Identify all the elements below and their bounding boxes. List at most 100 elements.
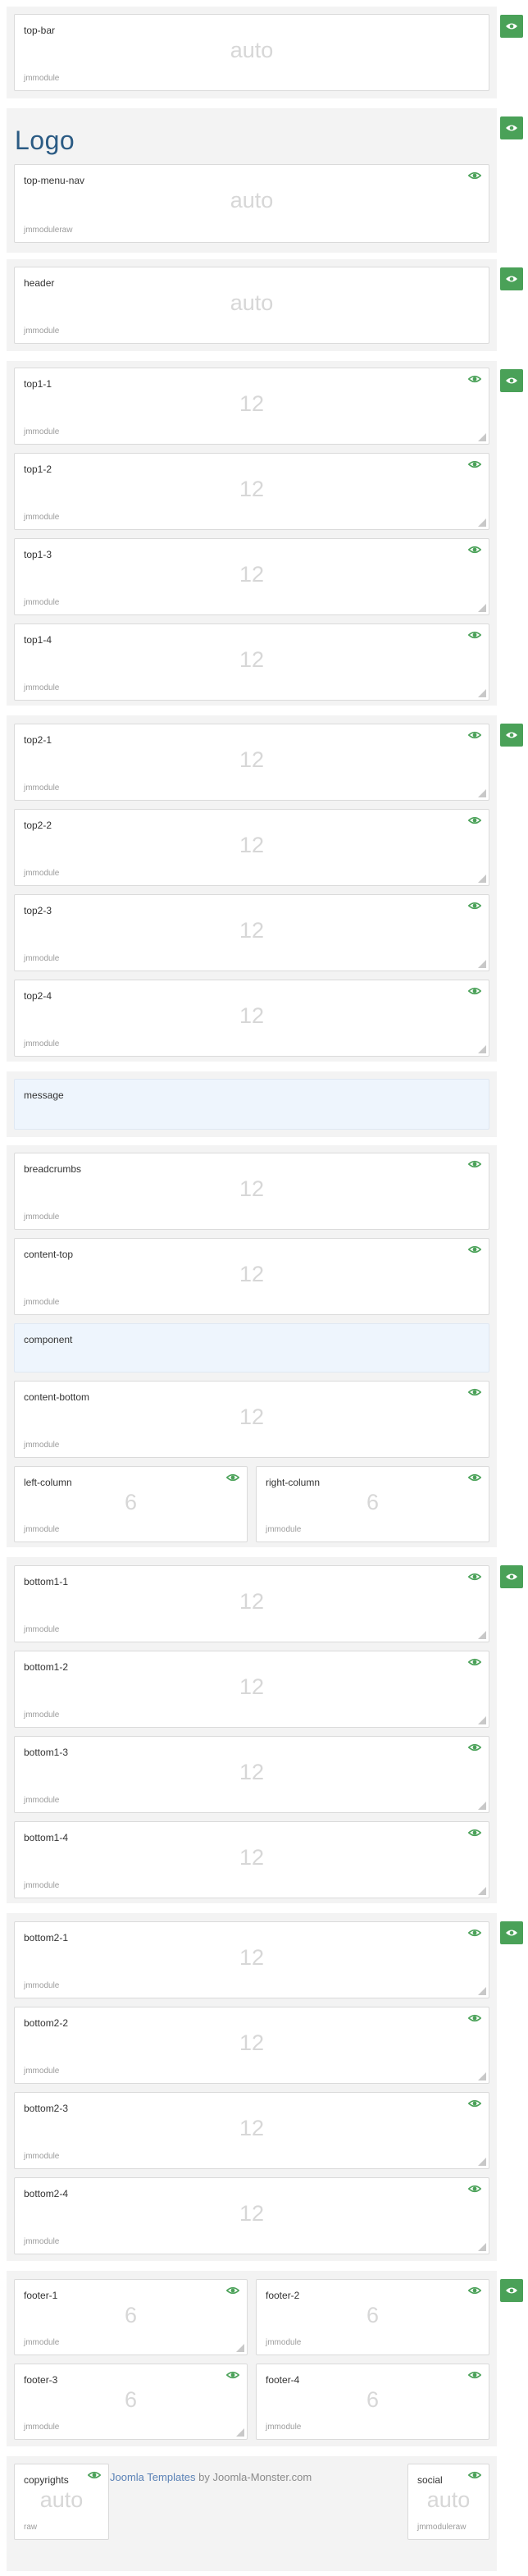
eye-icon[interactable] (468, 2185, 481, 2193)
position-card-component[interactable]: component (14, 1323, 489, 1372)
eye-icon (506, 2287, 517, 2294)
eye-icon[interactable] (88, 2471, 101, 2479)
position-size: 6 (124, 2303, 138, 2327)
position-card-top2-4[interactable]: top2-4 12 jmmodule (14, 980, 489, 1057)
position-card-bottom2-2[interactable]: bottom2-2 12 jmmodule (14, 2007, 489, 2084)
eye-icon[interactable] (226, 2371, 239, 2379)
joomla-templates-link[interactable]: Joomla Templates (110, 2471, 196, 2483)
section-visibility-toggle[interactable] (500, 1921, 523, 1944)
eye-icon[interactable] (468, 631, 481, 639)
eye-icon[interactable] (468, 2099, 481, 2108)
position-card-footer-3[interactable]: footer-3 6 jmmodule (14, 2364, 248, 2440)
eye-icon[interactable] (468, 1573, 481, 1581)
eye-icon[interactable] (226, 1473, 239, 1482)
position-card-footer-4[interactable]: footer-4 6 jmmodule (256, 2364, 489, 2440)
position-card-footer-2[interactable]: footer-2 6 jmmodule (256, 2279, 489, 2355)
position-card-bottom1-2[interactable]: bottom1-2 12 jmmodule (14, 1651, 489, 1728)
eye-icon[interactable] (468, 1929, 481, 1937)
position-card-bottom2-1[interactable]: bottom2-1 12 jmmodule (14, 1921, 489, 1998)
position-card-top1-3[interactable]: top1-3 12 jmmodule (14, 538, 489, 615)
eye-icon[interactable] (468, 816, 481, 824)
eye-icon[interactable] (468, 171, 481, 180)
position-name: bottom2-1 (24, 1932, 69, 1943)
position-card-top2-1[interactable]: top2-1 12 jmmodule (14, 724, 489, 801)
resize-handle-icon[interactable] (478, 960, 486, 968)
position-name: bottom1-1 (24, 1576, 69, 1587)
position-card-copyrights[interactable]: copyrights auto raw (14, 2464, 109, 2540)
eye-icon[interactable] (468, 1829, 481, 1837)
logo[interactable]: Logo (15, 126, 75, 156)
section-visibility-toggle[interactable] (500, 267, 523, 290)
resize-handle-icon[interactable] (478, 1887, 486, 1895)
position-card-top1-1[interactable]: top1-1 12 jmmodule (14, 368, 489, 445)
eye-icon[interactable] (468, 2371, 481, 2379)
resize-handle-icon[interactable] (478, 1631, 486, 1639)
position-card-footer-1[interactable]: footer-1 6 jmmodule (14, 2279, 248, 2355)
resize-handle-icon[interactable] (478, 2072, 486, 2080)
eye-icon[interactable] (468, 731, 481, 739)
position-card-top-bar[interactable]: top-bar auto jmmodule (14, 14, 489, 91)
eye-icon[interactable] (468, 1473, 481, 1482)
section-visibility-toggle[interactable] (500, 1565, 523, 1588)
resize-handle-icon[interactable] (236, 2428, 244, 2437)
eye-icon[interactable] (226, 2286, 239, 2295)
resize-handle-icon[interactable] (478, 1716, 486, 1724)
eye-icon[interactable] (468, 1160, 481, 1168)
module-style: jmmodule (24, 1213, 60, 1222)
position-card-content-bottom[interactable]: content-bottom 12 jmmodule (14, 1381, 489, 1458)
resize-handle-icon[interactable] (236, 2344, 244, 2352)
position-card-bottom1-1[interactable]: bottom1-1 12 jmmodule (14, 1565, 489, 1642)
position-card-message[interactable]: message (14, 1079, 489, 1130)
module-style: jmmodule (24, 74, 60, 83)
position-card-top1-2[interactable]: top1-2 12 jmmodule (14, 453, 489, 530)
position-card-bottom2-4[interactable]: bottom2-4 12 jmmodule (14, 2177, 489, 2254)
position-card-left-column[interactable]: left-column 6 jmmodule (14, 1466, 248, 1542)
resize-handle-icon[interactable] (478, 2243, 486, 2251)
resize-handle-icon[interactable] (478, 518, 486, 527)
resize-handle-icon[interactable] (478, 1802, 486, 1810)
position-card-top-menu-nav[interactable]: top-menu-nav auto jmmoduleraw (14, 164, 489, 243)
module-style: jmmoduleraw (417, 2523, 467, 2532)
section-visibility-toggle[interactable] (500, 369, 523, 392)
resize-handle-icon[interactable] (478, 1987, 486, 1995)
eye-icon[interactable] (468, 460, 481, 468)
resize-handle-icon[interactable] (478, 689, 486, 697)
section-visibility-toggle[interactable] (500, 2279, 523, 2302)
resize-handle-icon[interactable] (478, 2158, 486, 2166)
position-card-header[interactable]: header auto jmmodule (14, 267, 489, 344)
position-name: social (417, 2474, 443, 2486)
resize-handle-icon[interactable] (478, 604, 486, 612)
eye-icon[interactable] (468, 2286, 481, 2295)
resize-handle-icon[interactable] (478, 433, 486, 441)
position-card-bottom1-4[interactable]: bottom1-4 12 jmmodule (14, 1821, 489, 1898)
resize-handle-icon[interactable] (478, 1045, 486, 1053)
position-card-bottom1-3[interactable]: bottom1-3 12 jmmodule (14, 1736, 489, 1813)
eye-icon[interactable] (468, 1388, 481, 1396)
position-card-top2-2[interactable]: top2-2 12 jmmodule (14, 809, 489, 886)
eye-icon[interactable] (468, 375, 481, 383)
resize-handle-icon[interactable] (478, 789, 486, 797)
eye-icon[interactable] (468, 2471, 481, 2479)
position-card-breadcrumbs[interactable]: breadcrumbs 12 jmmodule (14, 1153, 489, 1230)
eye-icon[interactable] (468, 1245, 481, 1254)
position-card-content-top[interactable]: content-top 12 jmmodule (14, 1238, 489, 1315)
position-card-bottom2-3[interactable]: bottom2-3 12 jmmodule (14, 2092, 489, 2169)
position-card-top2-3[interactable]: top2-3 12 jmmodule (14, 894, 489, 971)
section-visibility-toggle[interactable] (500, 15, 523, 38)
eye-icon[interactable] (468, 546, 481, 554)
position-name: top2-1 (24, 734, 52, 746)
eye-icon[interactable] (468, 1658, 481, 1666)
resize-handle-icon[interactable] (478, 875, 486, 883)
section-visibility-toggle[interactable] (500, 116, 523, 139)
eye-icon[interactable] (468, 2014, 481, 2022)
module-style: jmmodule (24, 1981, 60, 1990)
position-card-right-column[interactable]: right-column 6 jmmodule (256, 1466, 489, 1542)
position-card-top1-4[interactable]: top1-4 12 jmmodule (14, 623, 489, 701)
eye-icon[interactable] (468, 987, 481, 995)
position-size: 12 (239, 2201, 265, 2226)
eye-icon[interactable] (468, 1743, 481, 1752)
section-visibility-toggle[interactable] (500, 724, 523, 747)
position-card-social[interactable]: social auto jmmoduleraw (407, 2464, 489, 2540)
eye-icon[interactable] (468, 902, 481, 910)
position-name: top1-3 (24, 549, 52, 560)
